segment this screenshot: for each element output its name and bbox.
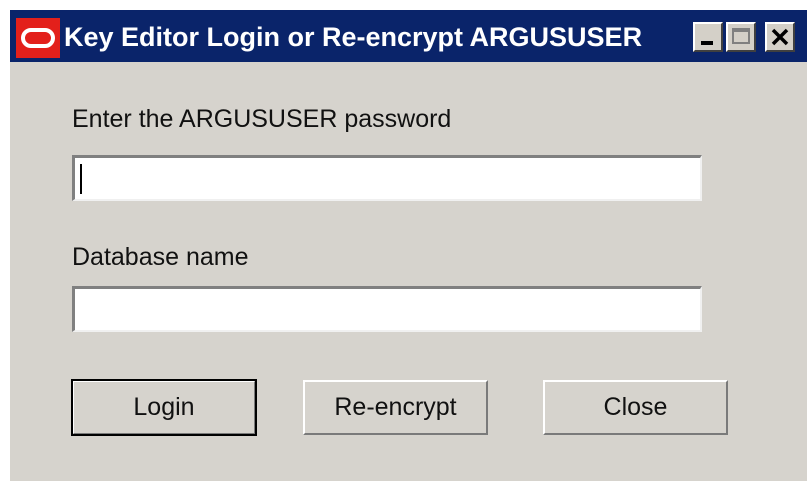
window-title: Key Editor Login or Re-encrypt ARGUSUSER bbox=[64, 22, 643, 52]
close-window-button[interactable] bbox=[765, 22, 795, 52]
re-encrypt-button[interactable]: Re-encrypt bbox=[303, 380, 488, 435]
maximize-icon bbox=[732, 28, 750, 44]
password-field[interactable] bbox=[72, 155, 702, 201]
minimize-icon bbox=[701, 41, 713, 45]
minimize-button[interactable] bbox=[693, 22, 723, 52]
database-label: Database name bbox=[72, 243, 249, 271]
text-caret bbox=[80, 164, 82, 194]
database-name-field[interactable] bbox=[72, 286, 702, 332]
oracle-logo-icon bbox=[16, 18, 60, 58]
close-icon bbox=[771, 28, 789, 46]
login-button[interactable]: Login bbox=[71, 379, 257, 436]
title-bar[interactable]: Key Editor Login or Re-encrypt ARGUSUSER bbox=[10, 10, 807, 62]
maximize-button[interactable] bbox=[726, 22, 756, 52]
password-label: Enter the ARGUSUSER password bbox=[72, 105, 452, 133]
close-button[interactable]: Close bbox=[543, 380, 728, 435]
